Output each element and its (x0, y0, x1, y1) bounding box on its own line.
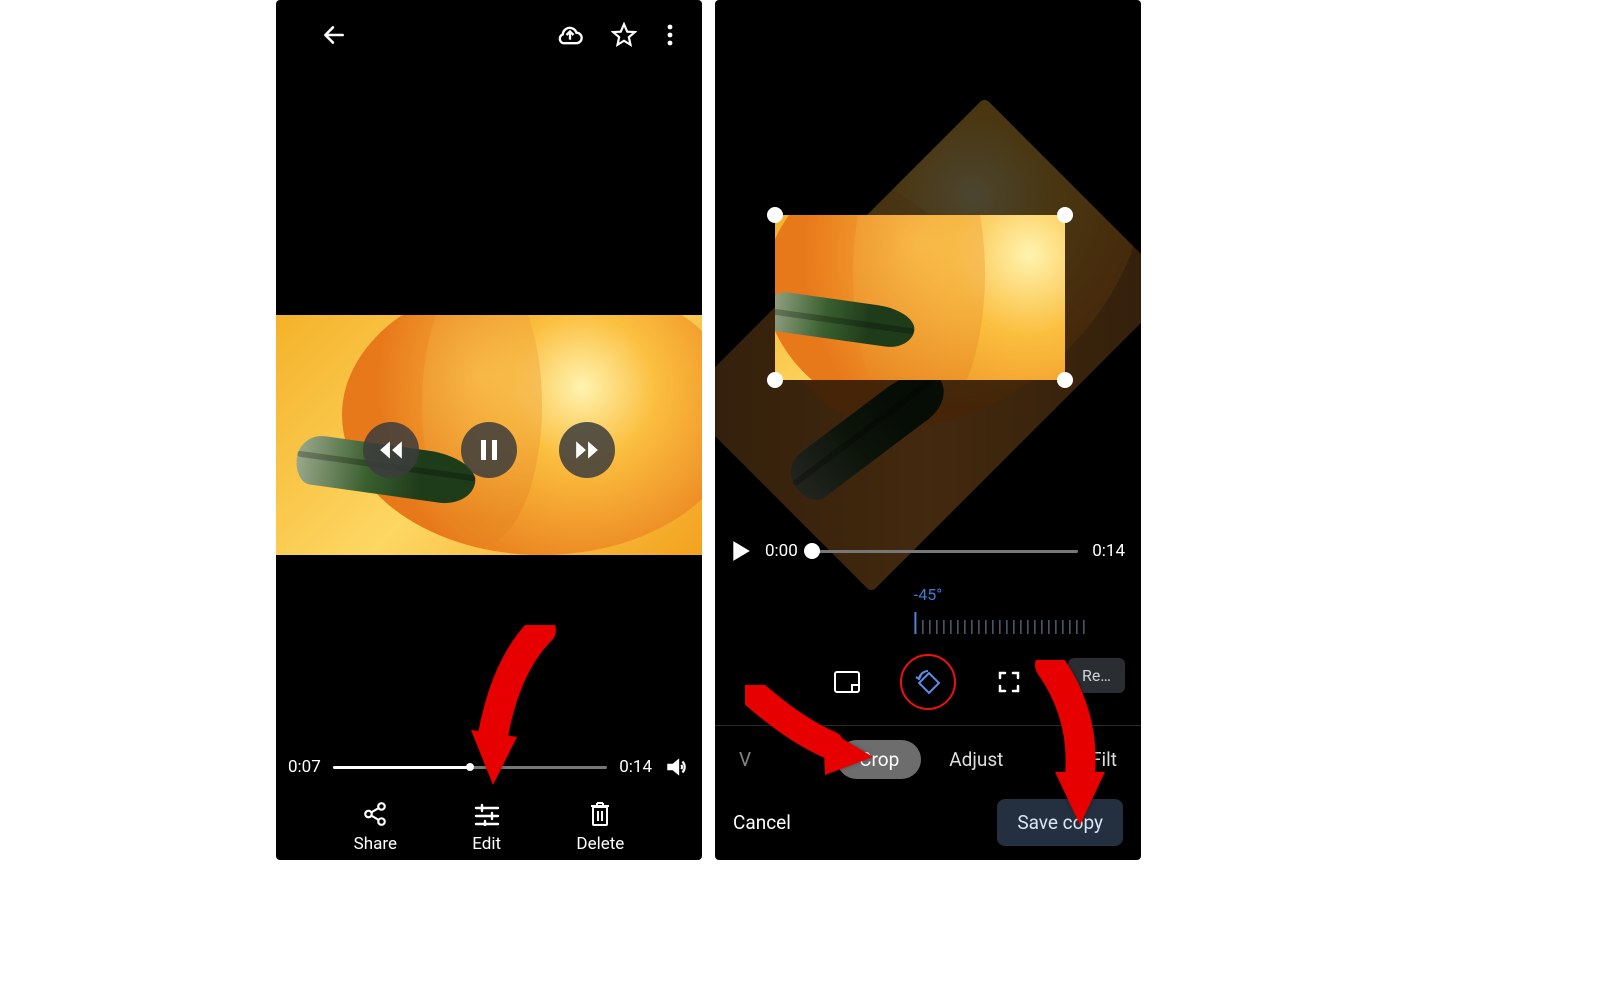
cancel-button[interactable]: Cancel (733, 811, 791, 834)
overflow-menu-icon[interactable] (656, 21, 684, 49)
expand-icon[interactable] (992, 665, 1026, 699)
back-icon[interactable] (320, 21, 348, 49)
trash-icon (586, 800, 614, 828)
cloud-upload-icon[interactable] (556, 21, 584, 49)
delete-label: Delete (576, 834, 624, 854)
tab-adjust[interactable]: Adjust (949, 748, 1003, 771)
share-label: Share (354, 834, 397, 854)
top-bar (276, 0, 702, 70)
total-time: 0:14 (619, 757, 652, 777)
rotation-angle-label: -45° (715, 585, 1141, 604)
edit-sliders-icon (473, 800, 501, 828)
editor-screen: 0:00 0:14 -45° Re… V Crop Adjust Filt (715, 0, 1141, 860)
share-button[interactable]: Share (354, 800, 397, 854)
play-icon[interactable] (731, 540, 751, 562)
rotation-angle-slider[interactable] (914, 612, 1084, 634)
crop-handle-tl[interactable] (767, 207, 783, 223)
viewer-screen: 0:07 0:14 Share Edit Delete (276, 0, 702, 860)
volume-icon[interactable] (664, 754, 690, 780)
annotation-arrow-save (1025, 660, 1115, 830)
pause-button[interactable] (461, 422, 517, 478)
fast-forward-button[interactable] (559, 422, 615, 478)
crop-handle-tr[interactable] (1057, 207, 1073, 223)
annotation-arrow-edit (471, 625, 561, 795)
crop-handle-bl[interactable] (767, 372, 783, 388)
delete-button[interactable]: Delete (576, 800, 624, 854)
elapsed-time: 0:00 (765, 541, 798, 561)
elapsed-time: 0:07 (288, 757, 321, 777)
seek-slider[interactable] (333, 766, 607, 769)
bottom-actions: Share Edit Delete (276, 800, 702, 854)
crop-handle-br[interactable] (1057, 372, 1073, 388)
rewind-button[interactable] (363, 422, 419, 478)
favorite-star-icon[interactable] (610, 21, 638, 49)
edit-label: Edit (472, 834, 501, 854)
edit-button[interactable]: Edit (472, 800, 501, 854)
share-icon (361, 800, 389, 828)
video-frame[interactable] (276, 315, 702, 555)
total-time: 0:14 (1092, 541, 1125, 561)
seek-slider[interactable] (812, 550, 1078, 553)
edit-progress-row: 0:00 0:14 (715, 540, 1141, 562)
annotation-arrow-crop (745, 685, 875, 780)
rotate-icon[interactable] (900, 654, 956, 710)
crop-frame[interactable] (775, 215, 1065, 380)
playback-controls (276, 422, 702, 478)
